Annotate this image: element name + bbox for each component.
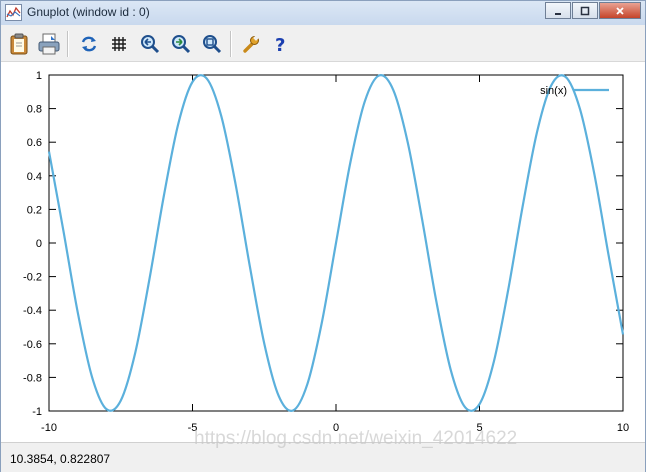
- zoom-next-icon: [172, 35, 191, 54]
- y-tick-label: 1: [36, 70, 42, 82]
- options-button[interactable]: [239, 32, 263, 56]
- close-button[interactable]: [599, 2, 641, 19]
- help-button[interactable]: ?: [269, 32, 293, 56]
- grid-button[interactable]: [107, 32, 131, 56]
- window-controls: [544, 2, 641, 20]
- y-tick-label: -0.8: [23, 372, 42, 384]
- zoom-previous-icon: [141, 35, 160, 54]
- sin-plot-svg: -1-0.8-0.6-0.4-0.200.20.40.60.81-10 -5 0 5 1…: [23, 70, 629, 434]
- gnuplot-app-icon: [5, 4, 22, 21]
- zoom-previous-button[interactable]: [138, 32, 162, 56]
- print-button[interactable]: [37, 32, 61, 56]
- print-icon: [38, 33, 60, 55]
- minimize-icon: [555, 12, 561, 15]
- toolbar: ?: [1, 27, 645, 62]
- y-tick-label: -0.6: [23, 339, 42, 351]
- y-tick-label: 0.2: [27, 204, 42, 216]
- y-tick-label: -0.2: [23, 272, 42, 284]
- replot-button[interactable]: [77, 32, 101, 56]
- y-tick-label: 0.8: [27, 104, 42, 116]
- toolbar-separator: [67, 31, 69, 57]
- replot-icon: [81, 36, 97, 52]
- y-tick-label: 0.6: [27, 137, 42, 149]
- svg-text:?: ?: [275, 35, 285, 54]
- watermark: https://blog.csdn.net/weixin_42014622: [194, 428, 518, 449]
- title-bar[interactable]: Gnuplot (window id : 0): [1, 1, 645, 25]
- maximize-button[interactable]: [572, 2, 598, 19]
- series-line-sinx: [47, 74, 625, 412]
- gnuplot-window: Gnuplot (window id : 0) ? -1 -0.8 -0.6 -…: [0, 0, 646, 472]
- plot-canvas[interactable]: -1 -0.8 -0.6 -0.4 -0.2 0 0.2 0.4 0.6 0.8 1 -10 -5 0 5 1…: [1, 62, 645, 442]
- window-title: Gnuplot (window id : 0): [27, 5, 150, 19]
- minimize-button[interactable]: [545, 2, 571, 19]
- close-icon: [616, 6, 624, 15]
- clipboard-button[interactable]: [7, 32, 31, 56]
- cursor-coordinates: 10.3854, 0.822807: [10, 452, 111, 466]
- x-tick-label: 10: [617, 422, 629, 434]
- y-tick-label: 0: [36, 238, 42, 250]
- legend-label: sin(x): [540, 85, 567, 97]
- autoscale-icon: [203, 35, 222, 54]
- y-tick-label: -1: [32, 406, 42, 418]
- options-wrench-icon: [243, 35, 259, 53]
- y-tick-label: 0.4: [27, 171, 42, 183]
- toolbar-separator: [230, 31, 232, 57]
- help-icon: ?: [275, 35, 285, 54]
- x-tick-label: -10: [41, 422, 57, 434]
- autoscale-button[interactable]: [200, 32, 224, 56]
- grid-icon: [112, 37, 126, 51]
- y-tick-label: -0.4: [23, 305, 42, 317]
- zoom-next-button[interactable]: [169, 32, 193, 56]
- maximize-icon: [580, 6, 590, 15]
- clipboard-icon: [10, 33, 28, 55]
